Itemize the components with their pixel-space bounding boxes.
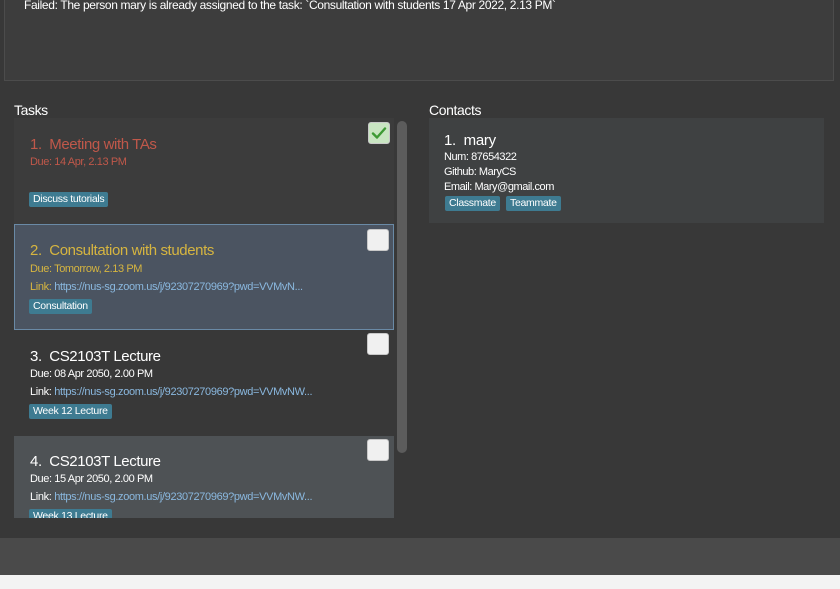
task-done-checkbox[interactable] — [367, 229, 389, 251]
task-link-label: Link: — [30, 281, 52, 293]
task-link: Link: https://nus-sg.zoom.us/j/923072709… — [30, 281, 303, 293]
task-link: Link: https://nus-sg.zoom.us/j/923072709… — [30, 491, 313, 503]
check-icon — [371, 127, 387, 139]
contact-name: mary — [463, 132, 496, 149]
task-card-selected[interactable]: 2. Consultation with students Due: Tomor… — [14, 224, 394, 330]
task-link: Link: https://nus-sg.zoom.us/j/923072709… — [30, 386, 313, 398]
app-window: Failed: The person mary is already assig… — [0, 0, 840, 589]
task-list[interactable]: 1. Meeting with TAs Due: 14 Apr, 2.13 PM… — [14, 118, 394, 518]
contact-github: Github: MaryCS — [444, 166, 516, 178]
contact-list[interactable]: 1. mary Num: 87654322 Github: MaryCS Ema… — [429, 118, 824, 223]
task-index: 4. — [30, 453, 42, 470]
result-message: Failed: The person mary is already assig… — [24, 0, 556, 12]
contact-tag: Teammate — [506, 196, 561, 211]
task-done-checkbox[interactable] — [367, 333, 389, 355]
task-due: Due: Tomorrow, 2.13 PM — [30, 263, 143, 275]
task-tag: Week 12 Lecture — [29, 404, 112, 419]
task-title: 3. CS2103T Lecture — [30, 348, 161, 365]
task-link-label: Link: — [30, 491, 52, 503]
task-name: CS2103T Lecture — [49, 348, 161, 365]
task-tag: Consultation — [29, 299, 92, 314]
task-title: 1. Meeting with TAs — [30, 136, 157, 153]
task-title: 4. CS2103T Lecture — [30, 453, 161, 470]
task-card[interactable]: 1. Meeting with TAs Due: 14 Apr, 2.13 PM… — [14, 118, 394, 224]
task-due: Due: 15 Apr 2050, 2.00 PM — [30, 473, 153, 485]
task-due: Due: 08 Apr 2050, 2.00 PM — [30, 368, 153, 380]
task-index: 2. — [30, 242, 42, 259]
task-card[interactable]: 3. CS2103T Lecture Due: 08 Apr 2050, 2.0… — [14, 330, 394, 436]
task-link-url[interactable]: https://nus-sg.zoom.us/j/92307270969?pwd… — [54, 281, 303, 293]
task-card[interactable]: 4. CS2103T Lecture Due: 15 Apr 2050, 2.0… — [14, 436, 394, 518]
task-done-checkbox[interactable] — [367, 439, 389, 461]
task-title: 2. Consultation with students — [30, 242, 214, 259]
contact-email: Email: Mary@gmail.com — [444, 181, 554, 193]
task-index: 3. — [30, 348, 42, 365]
task-link-url[interactable]: https://nus-sg.zoom.us/j/92307270969?pwd… — [54, 386, 312, 398]
tasks-panel-title: Tasks — [14, 102, 48, 118]
window-bottom-edge — [0, 575, 840, 589]
contact-num: Num: 87654322 — [444, 151, 517, 163]
task-link-label: Link: — [30, 386, 52, 398]
task-due: Due: 14 Apr, 2.13 PM — [30, 156, 127, 168]
contact-index: 1. — [444, 132, 456, 149]
task-done-checkbox[interactable] — [368, 122, 390, 144]
result-display[interactable]: Failed: The person mary is already assig… — [4, 0, 834, 81]
task-tag: Discuss tutorials — [29, 192, 109, 207]
contact-title: 1. mary — [444, 132, 496, 149]
task-list-scrollbar[interactable] — [397, 121, 407, 453]
contacts-panel-title: Contacts — [429, 102, 482, 118]
task-link-url[interactable]: https://nus-sg.zoom.us/j/92307270969?pwd… — [54, 491, 312, 503]
status-bar — [0, 538, 840, 575]
task-name: Consultation with students — [49, 242, 214, 259]
task-name: Meeting with TAs — [49, 136, 157, 153]
task-tag: Week 13 Lecture — [29, 509, 112, 518]
task-name: CS2103T Lecture — [49, 453, 161, 470]
contact-tag: Classmate — [445, 196, 500, 211]
task-index: 1. — [30, 136, 42, 153]
